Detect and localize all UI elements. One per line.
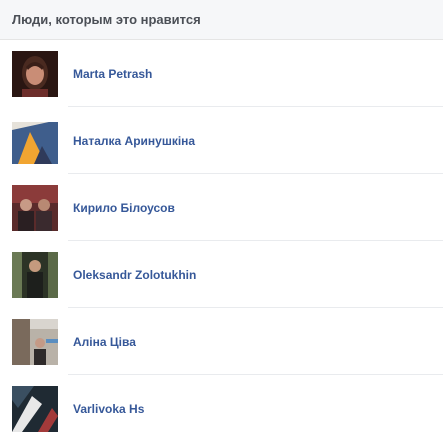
person-name[interactable]: Oleksandr Zolotukhin xyxy=(73,268,196,282)
list-item: Кирило Білоусов xyxy=(0,174,443,241)
list-item: Oleksandr Zolotukhin xyxy=(0,241,443,308)
list-item: Marta Petrash xyxy=(0,40,443,107)
person-name[interactable]: Кирило Білоусов xyxy=(73,201,175,215)
avatar[interactable] xyxy=(12,51,58,97)
person-name[interactable]: Аліна Ціва xyxy=(73,335,136,349)
avatar[interactable] xyxy=(12,185,58,231)
dialog-header: Люди, которым это нравится xyxy=(0,0,443,40)
person-name[interactable]: Varlivoka Hs xyxy=(73,402,144,416)
avatar[interactable] xyxy=(12,252,58,298)
list-item: Varlivoka Hs xyxy=(0,375,443,442)
person-name[interactable]: Marta Petrash xyxy=(73,67,152,81)
list-item: Аліна Ціва xyxy=(0,308,443,375)
avatar[interactable] xyxy=(12,386,58,432)
list-item: Наталка Аринушкіна xyxy=(0,107,443,174)
avatar[interactable] xyxy=(12,118,58,164)
person-name[interactable]: Наталка Аринушкіна xyxy=(73,134,195,148)
dialog-title: Люди, которым это нравится xyxy=(12,12,201,27)
likes-dialog: Люди, которым это нравится Marta Petrash xyxy=(0,0,443,445)
avatar[interactable] xyxy=(12,319,58,365)
